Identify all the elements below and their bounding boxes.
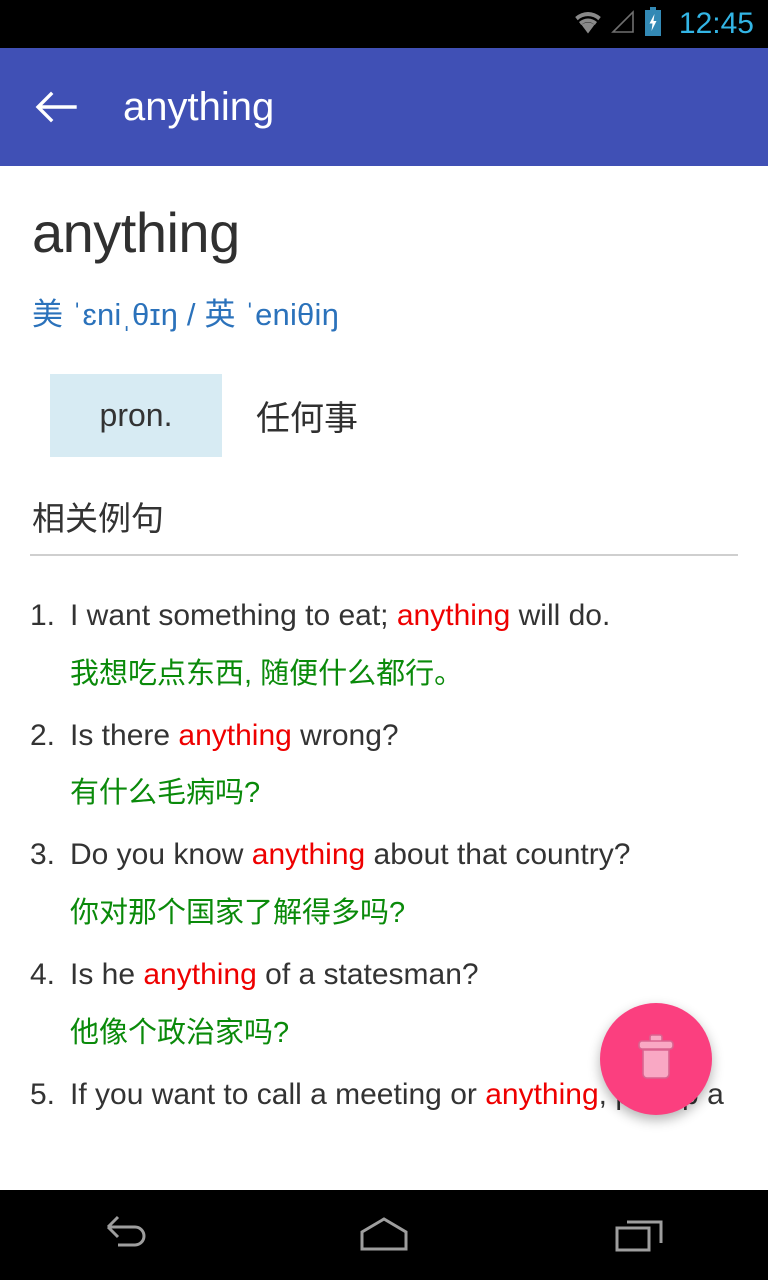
status-bar: 12:45 — [0, 0, 768, 48]
example-english: Do you know anything about that country? — [70, 835, 744, 876]
android-device-screen: 12:45 anything anything 美 ˈɛniˌθɪŋ / 英 ˈ… — [0, 0, 768, 1280]
list-item[interactable]: 2. Is there anything wrong? 有什么毛病吗? — [0, 700, 768, 814]
nav-back-icon[interactable] — [68, 1190, 188, 1280]
nav-recents-icon[interactable] — [580, 1190, 700, 1280]
sense-row: pron. 任何事 — [0, 373, 768, 457]
example-text-after: about that country? — [365, 838, 631, 872]
example-number: 4. — [30, 958, 56, 991]
example-text-after: wrong? — [291, 718, 399, 752]
app-bar: anything — [0, 48, 768, 166]
example-text-before: Is there — [70, 718, 179, 752]
example-body: I want something to eat; anything will d… — [70, 596, 768, 694]
delete-fab-button[interactable] — [600, 1003, 712, 1115]
example-keyword: anything — [485, 1077, 599, 1111]
example-translation: 有什么毛病吗? — [70, 777, 261, 810]
section-divider — [30, 554, 738, 557]
example-number: 5. — [30, 1077, 56, 1111]
battery-charging-icon — [643, 6, 663, 42]
example-keyword: anything — [178, 718, 292, 752]
examples-section-title: 相关例句 — [32, 499, 164, 537]
list-item[interactable]: 3. Do you know anything about that count… — [0, 819, 768, 933]
example-text-before: Is he — [70, 958, 144, 991]
phonetic-transcription[interactable]: 美 ˈɛniˌθɪŋ / 英 ˈeniθiŋ — [32, 296, 768, 333]
page-title: anything — [32, 201, 240, 264]
part-of-speech-badge: pron. — [50, 373, 222, 457]
list-item[interactable]: 1. I want something to eat; anything wil… — [0, 580, 768, 694]
example-text-before: If you want to call a meeting or — [70, 1077, 486, 1111]
app-bar-title: anything — [123, 85, 275, 129]
nav-home-icon[interactable] — [324, 1190, 444, 1280]
example-text-after: of a statesman? — [256, 958, 479, 991]
status-bar-icons: 12:45 — [573, 6, 754, 42]
trash-icon — [633, 1032, 679, 1087]
example-translation: 你对那个国家了解得多吗? — [70, 896, 406, 929]
cell-signal-icon — [610, 9, 636, 40]
example-keyword: anything — [143, 958, 257, 991]
example-body: Is there anything wrong? 有什么毛病吗? — [70, 716, 768, 814]
example-keyword: anything — [396, 599, 511, 633]
example-number: 2. — [30, 718, 56, 752]
example-number: 1. — [30, 599, 56, 633]
example-text-after: will do. — [510, 599, 611, 633]
back-arrow-icon[interactable] — [33, 84, 79, 130]
system-navigation-bar — [0, 1190, 768, 1280]
example-english: I want something to eat; anything will d… — [70, 596, 744, 637]
example-english: Is there anything wrong? — [70, 716, 744, 757]
example-translation: 我想吃点东西, 随便什么都行。 — [70, 657, 464, 690]
sense-definition: 任何事 — [256, 399, 358, 438]
example-english: Is he anything of a statesman? — [70, 955, 744, 996]
wifi-icon — [573, 9, 603, 40]
example-text-before: I want something to eat; — [70, 599, 397, 633]
example-text-before: Do you know — [70, 838, 252, 872]
example-body: Do you know anything about that country?… — [70, 835, 768, 933]
example-number: 3. — [30, 838, 56, 872]
example-keyword: anything — [251, 838, 366, 872]
status-bar-clock: 12:45 — [678, 7, 754, 40]
